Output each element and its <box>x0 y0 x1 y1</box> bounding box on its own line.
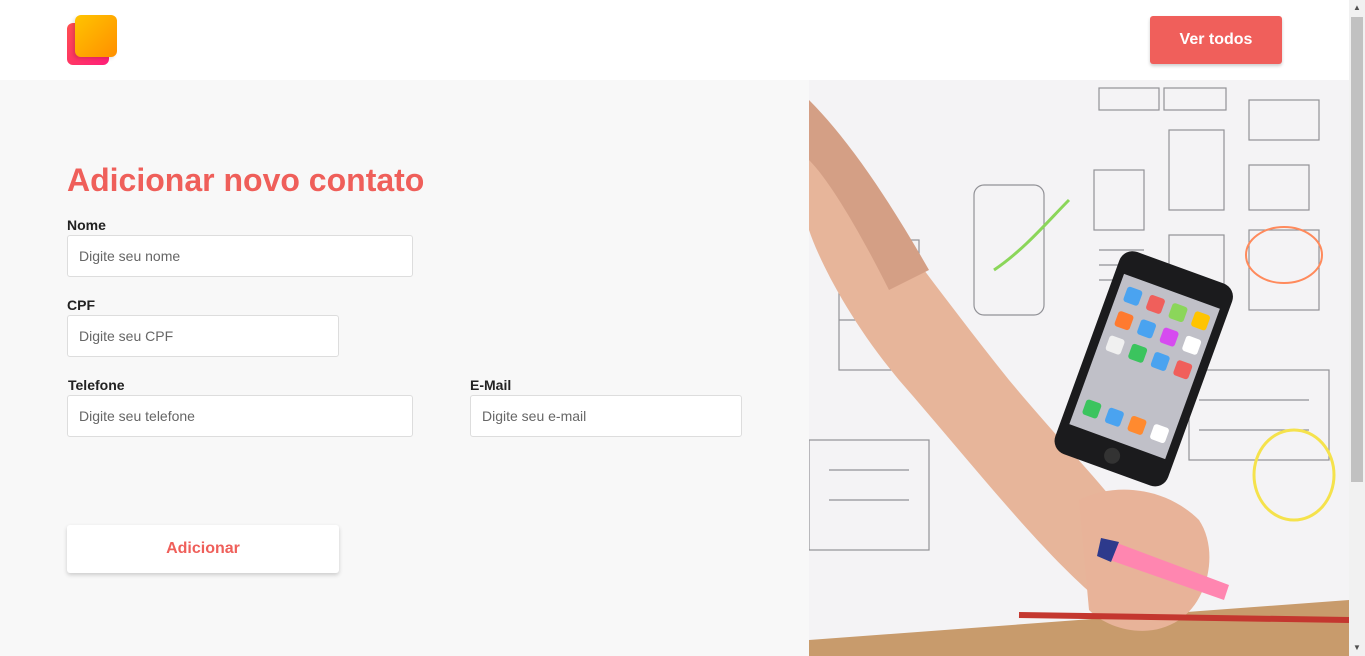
page-title: Adicionar novo contato <box>67 162 425 198</box>
telefone-input[interactable] <box>67 395 413 437</box>
top-header: Ver todos <box>0 0 1349 80</box>
nome-input[interactable] <box>67 235 413 277</box>
wireframe-photo <box>809 80 1349 656</box>
app-logo[interactable] <box>67 15 117 65</box>
nome-label: Nome <box>67 217 106 233</box>
logo-front-square <box>75 15 117 57</box>
cpf-label: CPF <box>67 297 95 313</box>
scroll-thumb[interactable] <box>1351 17 1363 482</box>
scroll-down-arrow-icon[interactable]: ▼ <box>1349 640 1365 656</box>
hand-with-phone-and-wireframes-photo-icon <box>809 80 1349 656</box>
cpf-input[interactable] <box>67 315 339 357</box>
page-scrollbar[interactable]: ▲ ▼ <box>1349 0 1365 656</box>
scroll-up-arrow-icon[interactable]: ▲ <box>1349 0 1365 16</box>
adicionar-button[interactable]: Adicionar <box>67 525 339 573</box>
telefone-label: Telefone <box>68 377 125 393</box>
ver-todos-button[interactable]: Ver todos <box>1150 16 1282 64</box>
email-input[interactable] <box>470 395 742 437</box>
email-label: E-Mail <box>470 377 512 393</box>
